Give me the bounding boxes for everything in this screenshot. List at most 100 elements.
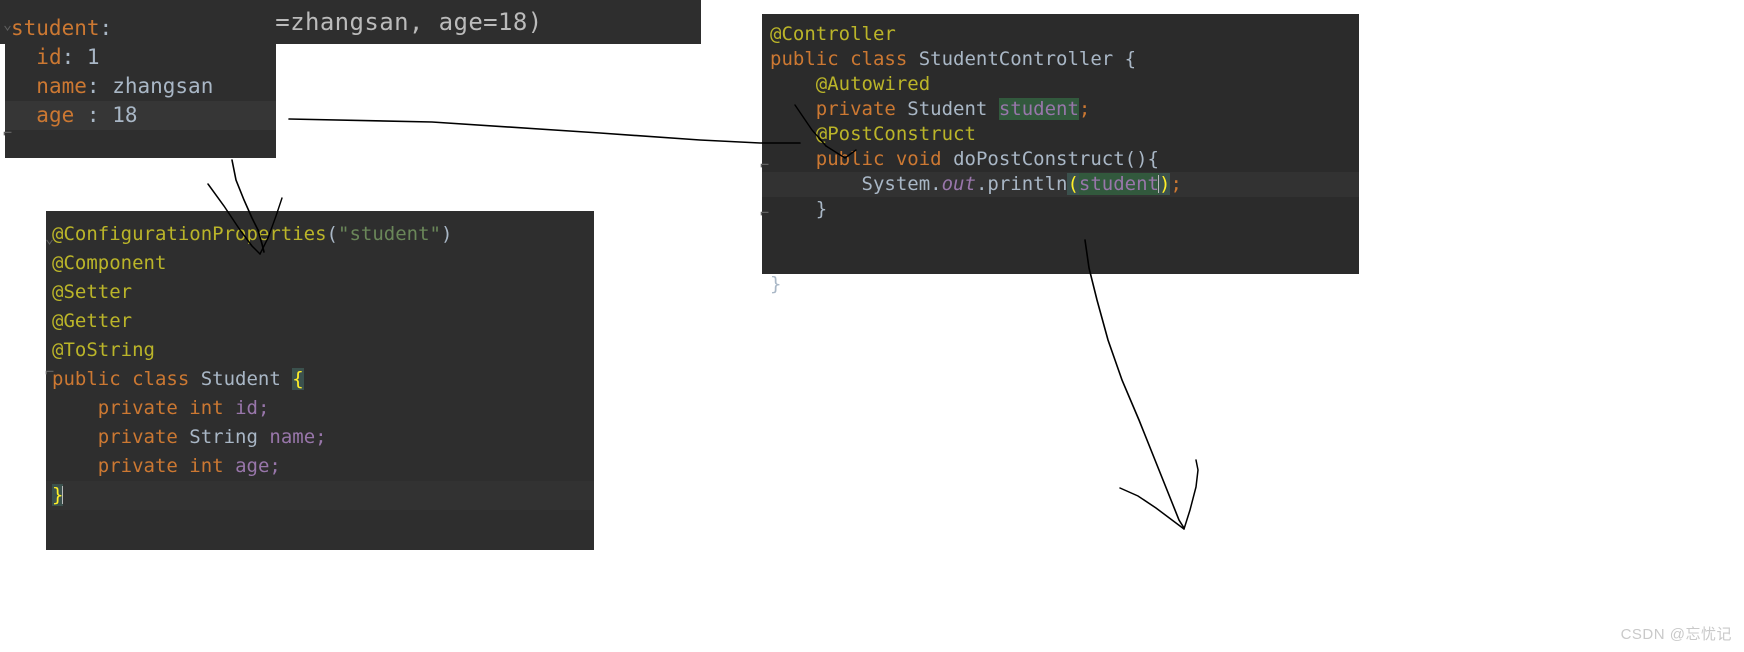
yaml-colon: : xyxy=(61,45,75,69)
code-line-controller-annotation: @Controller xyxy=(762,22,1359,47)
dot: . xyxy=(930,173,942,195)
string-student: "student" xyxy=(338,223,441,245)
annotation-tostring: @ToString xyxy=(52,339,155,361)
yaml-indent xyxy=(11,74,36,98)
method-println: println xyxy=(987,173,1068,195)
controller-code-panel[interactable]: ⌐ ⌐ @Controller public class StudentCont… xyxy=(760,14,1359,294)
type-studentcontroller: StudentController xyxy=(918,48,1114,70)
code-line-method-close: } xyxy=(762,197,1359,222)
annotation-controller: @Controller xyxy=(770,23,896,45)
code-line-println: System.out.println(student); xyxy=(762,172,1359,197)
semicolon: ; xyxy=(1170,173,1182,195)
code-line-autowired: @Autowired xyxy=(762,72,1359,97)
yaml-line-id: id: 1 xyxy=(5,43,276,72)
close-paren: ) xyxy=(440,223,453,245)
keyword-private-int: private int xyxy=(97,397,224,419)
semicolon: ; xyxy=(1078,98,1091,120)
yaml-key-student: student xyxy=(11,16,100,40)
type-student: Student xyxy=(200,368,281,390)
type-string: String xyxy=(189,426,258,448)
fold-marker-icon[interactable]: ⌐ xyxy=(3,124,12,142)
annotation-getter: @Getter xyxy=(52,310,133,332)
yaml-key-id: id xyxy=(36,45,62,69)
keyword-private: private xyxy=(815,98,896,120)
fold-marker-icon[interactable]: ⌐ xyxy=(760,204,769,222)
code-line-getter: @Getter xyxy=(46,307,594,336)
yaml-colon: : xyxy=(86,103,100,127)
field-student-highlighted[interactable]: student xyxy=(998,98,1079,120)
fold-marker-icon[interactable]: ⌄ xyxy=(45,229,54,247)
yaml-space xyxy=(100,103,113,127)
watermark-text: CSDN @忘忧记 xyxy=(1620,626,1732,643)
code-line-setter: @Setter xyxy=(46,278,594,307)
code-line-configurationproperties: @ConfigurationProperties("student") xyxy=(46,220,594,249)
class-system: System xyxy=(861,173,931,195)
code-line-student-class-decl: public class Student { xyxy=(46,365,594,394)
field-out: out xyxy=(941,173,976,195)
yaml-value-name: zhangsan xyxy=(112,74,214,98)
code-line-method-decl: public void doPostConstruct(){ xyxy=(762,147,1359,172)
yaml-key-name: name xyxy=(36,74,87,98)
student-entity-code-panel[interactable]: ⌄ ⌐ @ConfigurationProperties("student") … xyxy=(45,211,594,550)
code-line-class-decl: public class StudentController { xyxy=(762,47,1359,72)
yaml-indent xyxy=(11,45,36,69)
open-brace-matched: { xyxy=(292,368,304,390)
method-dopostconstruct: doPostConstruct xyxy=(953,148,1125,170)
fold-marker-icon[interactable]: ⌐ xyxy=(45,363,54,381)
yaml-indent xyxy=(11,103,36,127)
arg-student-highlighted[interactable]: student xyxy=(1078,173,1159,195)
code-line-component: @Component xyxy=(46,249,594,278)
yaml-colon: : xyxy=(86,74,100,98)
open-paren: ( xyxy=(326,223,338,245)
code-line-field-id: private int id; xyxy=(46,394,594,423)
field-id: id; xyxy=(235,397,270,419)
fold-marker-icon[interactable]: ⌐ xyxy=(760,156,769,174)
yaml-config-panel[interactable]: ⌄ ⌐ student: id: 1 name: zhangsan age : … xyxy=(3,6,276,158)
yaml-value-age: 18 xyxy=(112,103,138,127)
keyword-private: private xyxy=(97,426,190,448)
annotation-postconstruct: @PostConstruct xyxy=(815,123,976,145)
annotation-component: @Component xyxy=(52,252,167,274)
keyword-public-class: public class xyxy=(770,48,908,70)
keyword-public-void: public void xyxy=(815,148,942,170)
dot: . xyxy=(975,173,988,195)
code-line-postconstruct-annotation: @PostConstruct xyxy=(762,122,1359,147)
close-brace-method: } xyxy=(815,198,828,220)
code-line-student-class-close: } xyxy=(46,481,594,510)
yaml-colon: : xyxy=(99,16,113,40)
field-age: age; xyxy=(235,455,281,477)
yaml-line-age: age : 18 xyxy=(5,101,276,130)
code-line-field-name: private String name; xyxy=(46,423,594,452)
close-paren-matched: ) xyxy=(1159,173,1171,195)
code-line-student-field: private Student student; xyxy=(762,97,1359,122)
field-name: name; xyxy=(269,426,327,448)
keyword-private-int: private int xyxy=(97,455,224,477)
open-brace: { xyxy=(1124,48,1137,70)
code-line-class-close: } xyxy=(762,272,1359,297)
yaml-value-id: 1 xyxy=(86,45,100,69)
annotation-autowired: @Autowired xyxy=(815,73,931,95)
fold-marker-icon[interactable]: ⌄ xyxy=(3,15,12,33)
annotation-setter: @Setter xyxy=(52,281,133,303)
yaml-space xyxy=(74,45,87,69)
method-tail: (){ xyxy=(1124,148,1159,170)
text-caret xyxy=(62,486,64,504)
yaml-space xyxy=(100,74,113,98)
